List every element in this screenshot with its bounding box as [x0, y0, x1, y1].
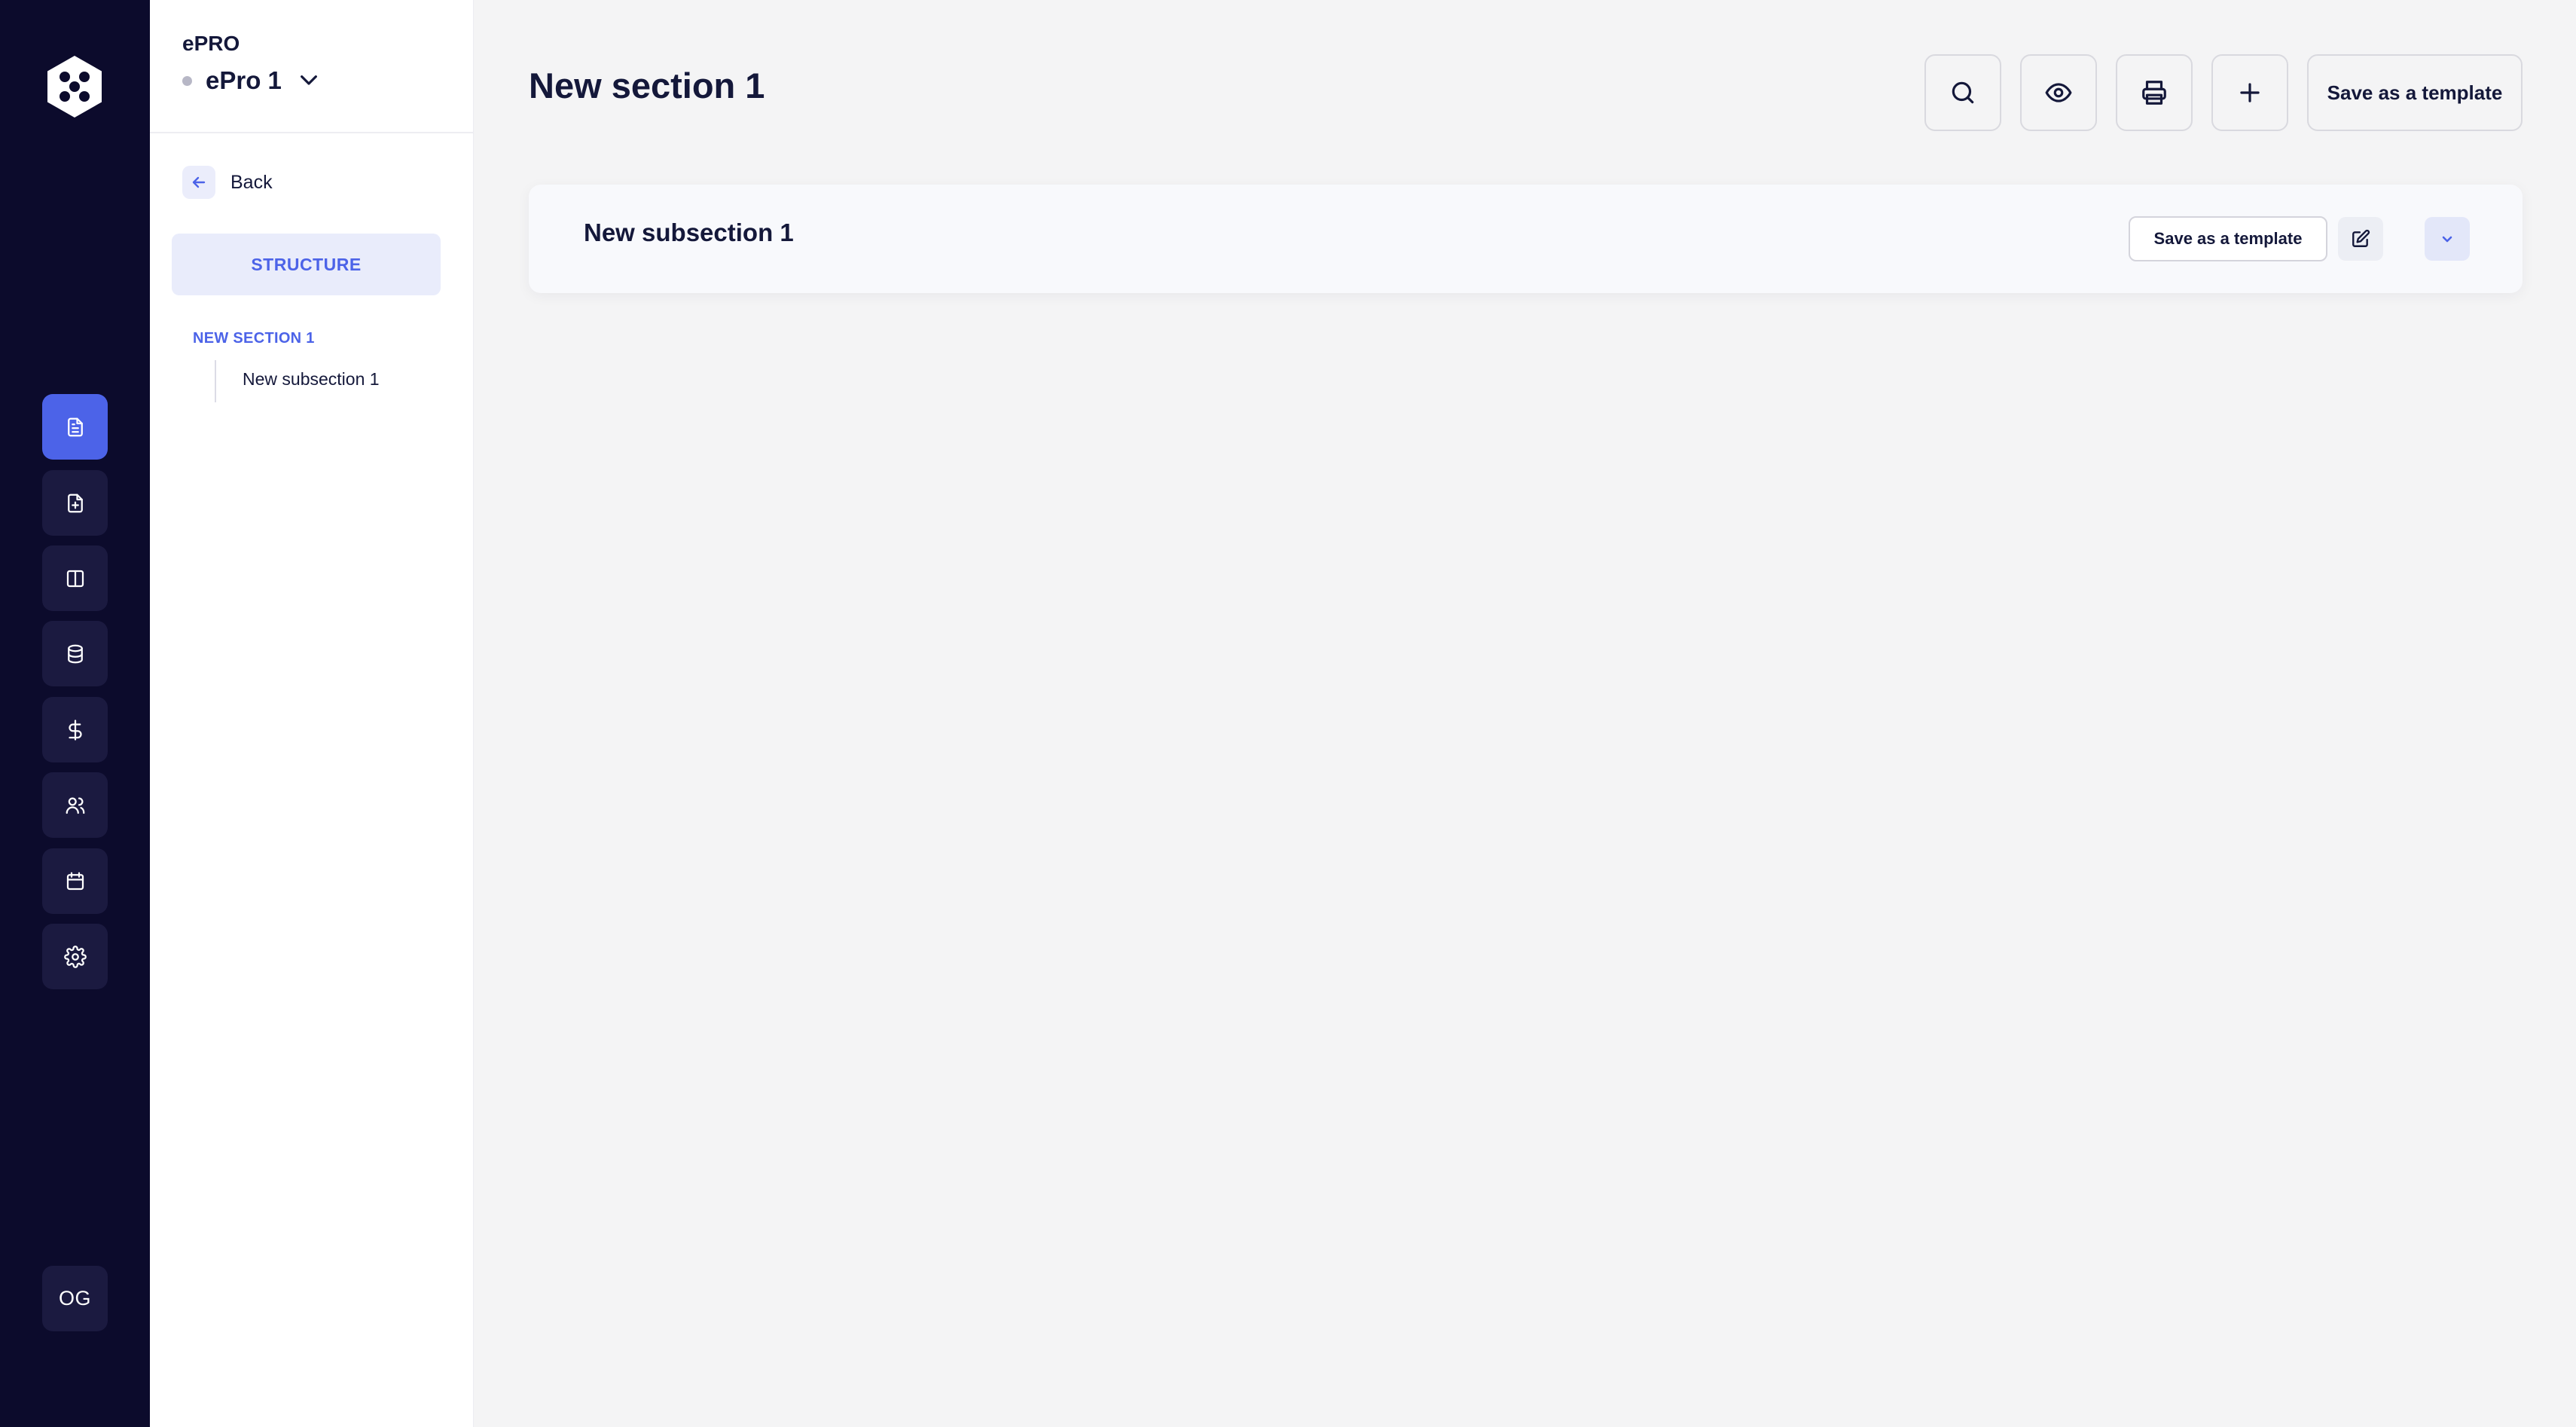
app-root: OG ePRO ePro 1 Back STRUCTURE NEW SECTIO… [0, 0, 2576, 1427]
subsection-save-template-button[interactable]: Save as a template [2129, 216, 2327, 261]
structure-tab[interactable]: STRUCTURE [172, 234, 441, 295]
subsection-card: New subsection 1 Save as a template [529, 185, 2523, 293]
rail-settings-button[interactable] [42, 924, 108, 989]
app-name: ePRO [182, 32, 240, 55]
structure-sidebar: ePRO ePro 1 Back STRUCTURE NEW SECTION 1… [150, 0, 474, 1427]
search-icon [1952, 81, 1974, 104]
edit-icon [2352, 229, 2370, 247]
tree-subsection-item[interactable]: New subsection 1 [243, 369, 380, 390]
arrow-left-icon [182, 166, 215, 199]
back-label: Back [230, 171, 273, 193]
back-button[interactable]: Back [182, 166, 273, 199]
chevron-down-icon [2442, 236, 2452, 243]
users-icon [66, 797, 84, 814]
database-icon [67, 644, 83, 663]
subsection-title: New subsection 1 [584, 218, 794, 246]
preview-button[interactable] [2020, 54, 2097, 131]
plus-icon [2240, 83, 2260, 102]
project-selector[interactable]: ePro 1 [182, 66, 321, 95]
subsection-edit-button[interactable] [2338, 217, 2383, 261]
tree-connector [215, 360, 216, 402]
chevron-down-icon [300, 75, 317, 85]
settings-icon [63, 945, 87, 968]
rail-new-file-button[interactable] [42, 470, 108, 536]
tree-section-item[interactable]: NEW SECTION 1 [193, 330, 315, 347]
user-initials: OG [58, 1287, 91, 1309]
rail-database-button[interactable] [42, 621, 108, 686]
project-name: ePro 1 [206, 66, 282, 94]
add-button[interactable] [2211, 54, 2288, 131]
subsection-expand-button[interactable] [2425, 217, 2470, 261]
file-plus-icon [67, 493, 83, 512]
page-title: New section 1 [529, 66, 765, 105]
calendar-icon [66, 872, 84, 890]
layout-columns-icon [66, 570, 84, 587]
rail-layout-button[interactable] [42, 545, 108, 611]
rail-calendar-button[interactable] [42, 848, 108, 914]
project-status-dot [182, 75, 192, 86]
save-as-template-button[interactable]: Save as a template [2307, 54, 2523, 131]
document-icon [67, 417, 83, 436]
icon-rail: OG [0, 0, 150, 1427]
search-button[interactable] [1924, 54, 2001, 131]
dollar-icon [68, 719, 82, 741]
user-avatar-button[interactable]: OG [42, 1266, 108, 1331]
rail-users-button[interactable] [42, 772, 108, 838]
print-icon [2142, 81, 2166, 105]
eye-icon [2045, 83, 2072, 102]
app-logo-icon[interactable] [42, 54, 107, 119]
print-button[interactable] [2116, 54, 2193, 131]
sidebar-header: ePRO ePro 1 [150, 0, 474, 133]
rail-documents-button[interactable] [42, 394, 108, 460]
rail-billing-button[interactable] [42, 697, 108, 762]
